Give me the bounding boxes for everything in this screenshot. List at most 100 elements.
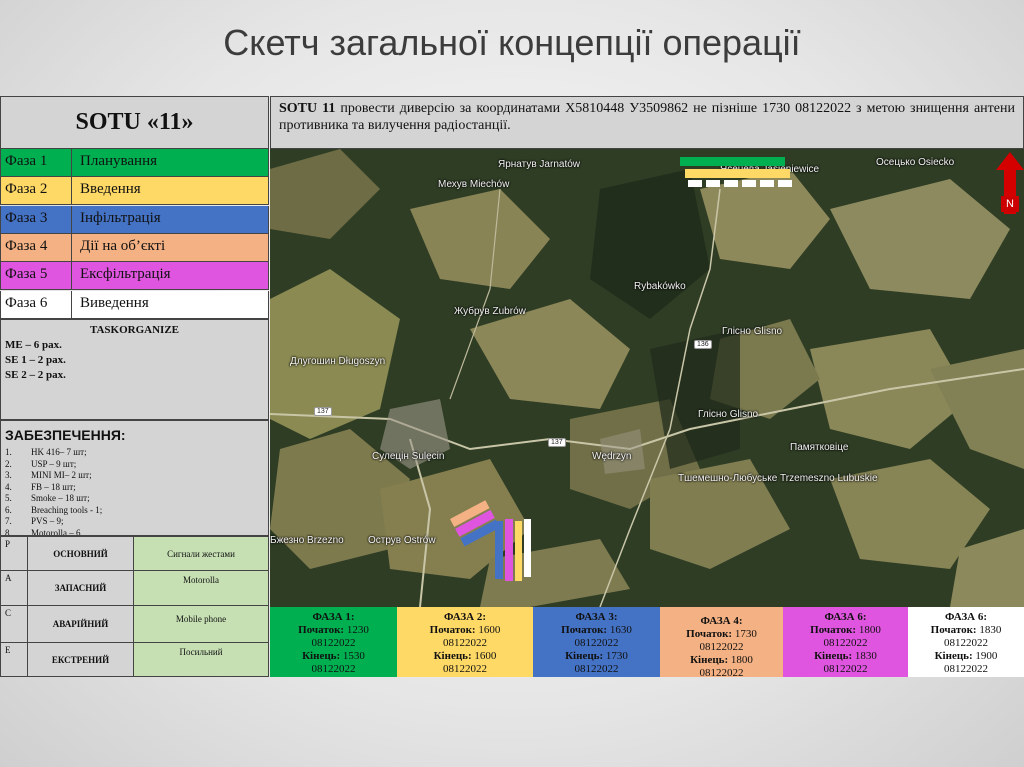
phase-name: Ексфільтрація [80, 266, 171, 283]
supply-item-number: 1. [5, 447, 12, 457]
phase-end-date: 08122022 [311, 663, 356, 675]
phase-start: Початок: 1800 [810, 624, 881, 636]
phase-start-date: 08122022 [311, 637, 356, 649]
phase-start-date: 08122022 [944, 637, 988, 649]
phase-start: Початок: 1730 [686, 628, 757, 640]
phase-name: Введення [80, 181, 141, 198]
phase-time-box: ФАЗА 3: Початок: 1630 08122022 Кінець: 1730… [533, 607, 660, 677]
mission-lead: SOTU 11 [279, 101, 336, 116]
phase-number: Фаза 1 [1, 149, 72, 176]
phase-number: Фаза 6 [1, 290, 72, 318]
supply-item: 4. FB – 18 шт; [5, 482, 264, 494]
supply-item: 8. Motorolla – 6 [5, 527, 264, 536]
supply-item-text: Breaching tools - 1; [31, 504, 103, 515]
pace-mode: ОСНОВНИЙ [28, 537, 134, 570]
phase-start: Початок: 1600 [429, 624, 501, 636]
phase-time-box: ФАЗА 1: Початок: 1230 08122022 Кінець: 1530… [270, 607, 397, 677]
supply-item-text: MINI MI– 2 шт; [31, 470, 92, 480]
phase-time-box: ФАЗА 6: Початок: 1800 08122022 Кінець: 1830… [783, 607, 908, 677]
supply-item-number: 2. [5, 458, 12, 469]
phase-time-box: ФАЗА 4: Початок: 1730 08122022 Кінець: 1800… [660, 607, 783, 679]
phase-start: Початок: 1230 [298, 624, 369, 636]
satellite-map[interactable]: Ярнатув Jarnatów Ясенева Jasieniewice Ос… [270, 149, 1024, 607]
unit-title: SOTU «11» [0, 96, 269, 149]
supply-item: 2. USP – 9 шт; [5, 459, 264, 471]
supply-item-number: 4. [5, 481, 12, 492]
pace-row: C АВАРІЙНИЙ Mobile phone [0, 606, 269, 643]
mission-text: провести диверсію за координатами X58104… [279, 101, 1015, 133]
phase-legend-row: Фаза 4 Дії на об’єкті [0, 233, 269, 262]
supply-item-number: 6. [5, 504, 12, 515]
phase-end: Кінець: 1730 [565, 650, 628, 662]
phase-legend-row: Фаза 1 Планування [0, 149, 269, 177]
phase-end: Кінець: 1830 [814, 650, 877, 662]
phase-time-title: ФАЗА 3: [575, 611, 618, 623]
phase-end-date: 08122022 [699, 667, 744, 679]
pace-means: Mobile phone [134, 606, 268, 642]
phase-end-date: 08122022 [944, 663, 988, 675]
task-line: SE 1 – 2 рах. [5, 354, 66, 366]
phase-marker-green [680, 157, 785, 166]
phase-start-date: 08122022 [823, 637, 868, 649]
mission-statement: SOTU 11 провести диверсію за координатам… [270, 96, 1024, 149]
phase-end: Кінець: 1530 [302, 650, 365, 662]
supply-item-text: HK 416– 7 шт; [31, 447, 87, 457]
phase-name: Планування [80, 153, 157, 169]
start-area-markers [450, 500, 500, 547]
supply-item: 7. PVS – 9; [5, 516, 264, 528]
supply-box: ЗАБЕЗПЕЧЕННЯ: 1. HK 416– 7 шт; 2. USP – 9 ш… [0, 420, 269, 536]
supply-list: 1. HK 416– 7 шт; 2. USP – 9 шт; 3. MINI MI– 2… [5, 447, 264, 536]
pace-means: Сигнали жестами [134, 537, 268, 570]
phase-end-date: 08122022 [823, 663, 868, 675]
pace-row: E ЕКСТРЕНИЙ Посильний [0, 643, 269, 677]
phase-markers [450, 157, 792, 581]
phase-time-title: ФАЗА 2: [443, 611, 487, 623]
pace-mode: ЗАПАСНИЙ [28, 571, 134, 605]
supply-title: ЗАБЕЗПЕЧЕННЯ: [5, 427, 126, 443]
phase-number: Фаза 4 [1, 233, 72, 261]
supply-item-text: Motorolla – 6 [31, 527, 81, 536]
phase-end: Кінець: 1600 [433, 650, 497, 662]
phase-legend-row: Фаза 6 Виведення [0, 290, 269, 319]
phase-end-date: 08122022 [574, 663, 619, 675]
task-organization-box: TASKORGANIZE ME – 6 рах. SE 1 – 2 рах. S… [0, 319, 269, 420]
task-line: ME – 6 рах. [5, 339, 62, 351]
phase-number: Фаза 2 [1, 177, 72, 205]
phase-number: Фаза 5 [1, 262, 72, 290]
phase-start-date: 08122022 [443, 637, 487, 649]
pace-letter: A [1, 571, 28, 605]
supply-item: 1. HK 416– 7 шт; [5, 447, 264, 459]
phase-end-date: 08122022 [443, 663, 487, 675]
pace-letter: C [1, 606, 28, 642]
supply-item: 3. MINI MI– 2 шт; [5, 470, 264, 482]
pace-mode: АВАРІЙНИЙ [28, 606, 134, 642]
phase-start: Початок: 1630 [561, 624, 632, 636]
phase-start-date: 08122022 [574, 637, 619, 649]
phase-name: Інфільтрація [80, 209, 161, 226]
phase-name: Виведення [80, 294, 149, 311]
phase-number: Фаза 3 [1, 205, 72, 233]
pace-means: Посильний [134, 643, 268, 676]
supply-item: 5. Smoke – 18 шт; [5, 493, 264, 505]
phase-start-date: 08122022 [699, 641, 744, 653]
phase-marker-yellow [685, 169, 790, 178]
supply-item: 6. Breaching tools - 1; [5, 505, 264, 517]
slide-title: Скетч загальної концепції операції [223, 22, 801, 63]
phase-legend-row: Фаза 2 Введення [0, 177, 269, 206]
task-organization-title: TASKORGANIZE [89, 324, 180, 336]
phase-time-title: ФАЗА 4: [700, 615, 743, 627]
supply-item-number: 3. [5, 470, 12, 480]
pace-means: Motorolla [134, 571, 268, 605]
pace-row: P ОСНОВНИЙ Сигнали жестами [0, 536, 269, 571]
phase-name: Дії на об’єкті [80, 237, 166, 254]
north-label: N [1001, 196, 1019, 212]
pace-row: A ЗАПАСНИЙ Motorolla [0, 571, 269, 606]
phase-time-title: ФАЗА 1: [312, 611, 355, 623]
phase-end: Кінець: 1900 [934, 650, 998, 662]
supply-item-number: 7. [5, 516, 12, 526]
phase-legend-row: Фаза 3 Інфільтрація [0, 205, 269, 234]
phase-time-box: ФАЗА 2: Початок: 1600 08122022 Кінець: 1600… [397, 607, 533, 677]
phase-time-title: ФАЗА 6: [824, 611, 867, 623]
supply-item-number: 8. [5, 527, 12, 536]
supply-item-text: USP – 9 шт; [31, 458, 77, 469]
